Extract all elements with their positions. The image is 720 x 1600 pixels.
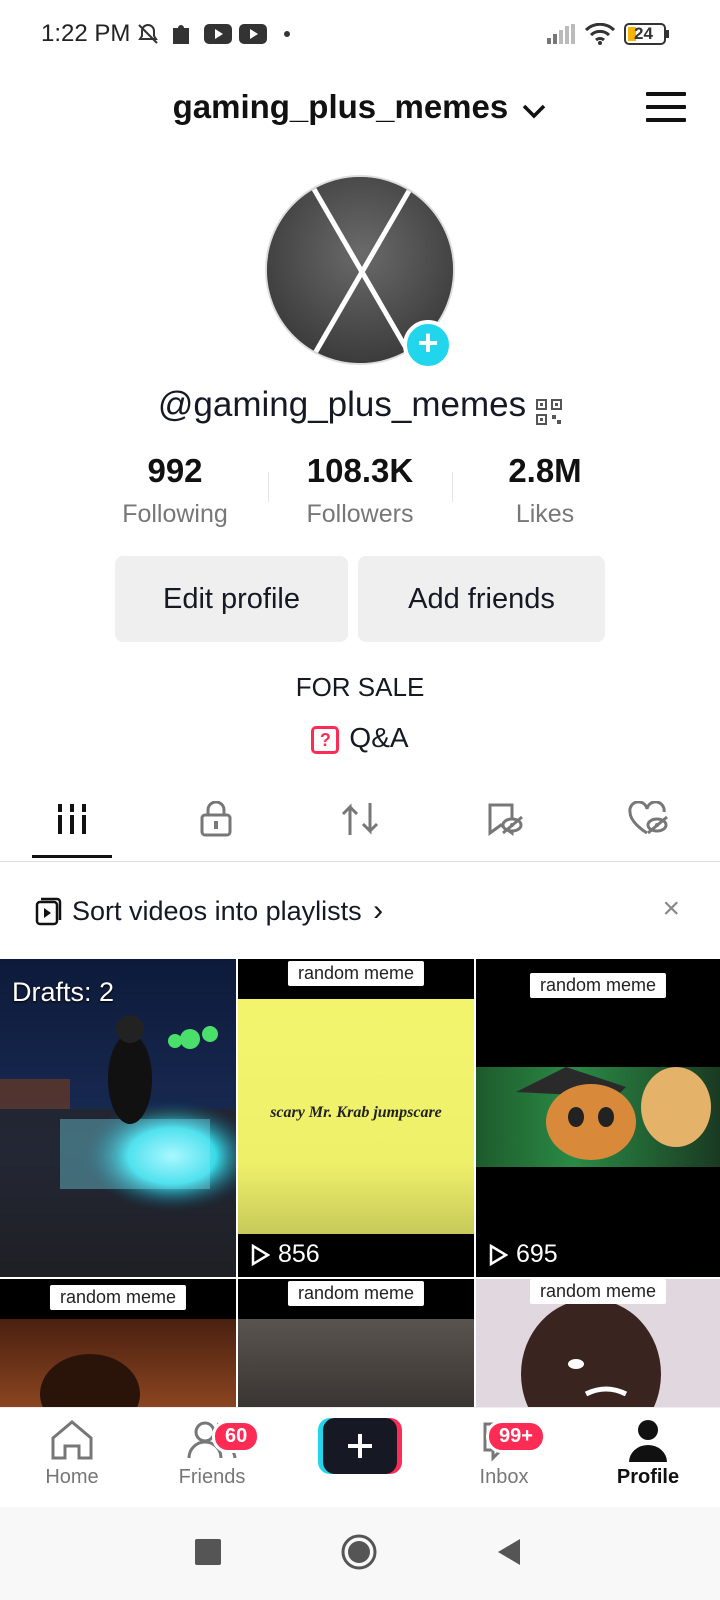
tab-private[interactable] [144,780,288,862]
likes-count: 2.8M [508,452,582,489]
profile-header: gaming_plus_memes [0,70,720,150]
play-icon [489,1243,508,1266]
nav-home-label: Home [45,1466,99,1488]
nav-inbox-label: Inbox [479,1466,529,1488]
likes-label: Likes [515,500,575,528]
videos-grid-icon [56,802,88,841]
puzzle-icon [169,20,195,48]
playlist-icon [34,896,62,931]
nav-friends-label: Friends [178,1466,246,1488]
view-count: 856 [250,1240,320,1269]
video-title-label: random meme [49,1285,187,1310]
recent-apps-icon[interactable] [195,1539,221,1565]
video-tile[interactable]: random meme [0,1279,236,1407]
profile-bio: FOR SALE [295,672,425,702]
qr-code-icon[interactable] [536,394,563,425]
nav-profile-label: Profile [616,1466,680,1488]
liked-heart-icon [627,799,669,842]
stat-divider [452,472,453,502]
close-icon[interactable]: × [662,892,680,926]
playlist-banner-text[interactable]: Sort videos into playlists › [72,894,383,928]
system-nav-bar [0,1507,720,1600]
dot-icon [282,20,292,48]
add-avatar-plus-icon[interactable]: + [403,320,453,370]
favorites-icon [484,801,524,842]
stat-divider [268,472,269,502]
nav-friends[interactable]: Friends 60 [140,1416,284,1489]
signal-icon [546,20,576,48]
edit-profile-button[interactable]: Edit profile [115,556,348,642]
private-lock-icon [199,800,233,842]
nav-home[interactable]: Home [0,1416,144,1489]
youtube-icon [238,20,268,48]
tab-liked[interactable] [576,780,720,862]
stat-followers[interactable]: 108.3K Followers [270,452,450,529]
active-tab-indicator [32,855,112,858]
drafts-label: Drafts: 2 [12,977,115,1007]
home-icon [0,1416,144,1464]
repost-icon [340,801,380,842]
following-label: Following [122,500,228,528]
nav-profile[interactable]: Profile [576,1416,720,1489]
nav-inbox[interactable]: Inbox 99+ [432,1416,576,1489]
video-tile[interactable]: random meme scary Mr. Krab jumpscare 856 [238,959,474,1277]
chevron-down-icon [521,90,547,128]
home-circle-icon[interactable] [341,1534,377,1575]
profile-tabs [0,780,720,862]
add-friends-button[interactable]: Add friends [358,556,605,642]
followers-count: 108.3K [306,452,414,489]
playlist-label: Sort videos into playlists [72,896,362,926]
status-bar: 1:22 PM 24 [0,0,720,70]
handle-text: @gaming_plus_memes [157,385,527,424]
menu-hamburger-icon[interactable] [646,92,686,124]
silent-bell-icon [134,20,162,48]
question-icon: ? [311,725,340,754]
following-count: 992 [147,452,203,489]
qa-link[interactable]: ? Q&A [0,722,720,754]
tab-reposts[interactable] [288,780,432,862]
profile-person-icon [576,1416,720,1464]
view-count-value: 695 [516,1240,558,1268]
stat-likes[interactable]: 2.8M Likes [455,452,635,529]
video-tile[interactable]: random meme [238,1279,474,1407]
plus-icon [318,1418,402,1474]
tab-videos[interactable] [0,780,144,862]
view-count: 695 [488,1240,558,1269]
youtube-icon [203,20,233,48]
status-time: 1:22 PM [41,20,131,47]
video-title-label: random meme [287,1281,425,1306]
view-count-value: 856 [278,1240,320,1268]
qa-label: Q&A [349,722,409,753]
create-button[interactable] [318,1418,402,1474]
friends-badge: 60 [212,1420,261,1453]
video-title-label: random meme [287,961,425,986]
profile-handle: @gaming_plus_memes [0,385,720,425]
video-tile[interactable]: random meme [476,1279,720,1407]
account-switcher[interactable]: gaming_plus_memes [0,88,720,128]
video-thumbnail [476,1067,720,1167]
stat-following[interactable]: 992 Following [85,452,265,529]
bottom-nav: Home Friends 60 Inbox 99+ Profile [0,1407,720,1507]
video-thumbnail [238,1319,474,1407]
followers-label: Followers [306,500,414,528]
play-icon [251,1243,270,1266]
wifi-icon [584,20,616,48]
battery-level: 24 [634,24,653,43]
chevron-right-icon: › [373,894,384,927]
account-title: gaming_plus_memes [172,88,509,125]
tab-favorites[interactable] [432,780,576,862]
drafts-tile[interactable]: Drafts: 2 [0,959,236,1277]
back-triangle-icon[interactable] [496,1537,522,1572]
playlist-banner[interactable]: Sort videos into playlists › × [0,880,720,940]
video-title-label: random meme [529,1279,667,1304]
video-tile[interactable]: random meme 695 [476,959,720,1277]
inbox-badge: 99+ [486,1420,546,1453]
video-title-label: random meme [529,973,667,998]
video-caption: scary Mr. Krab jumpscare [270,1104,442,1121]
